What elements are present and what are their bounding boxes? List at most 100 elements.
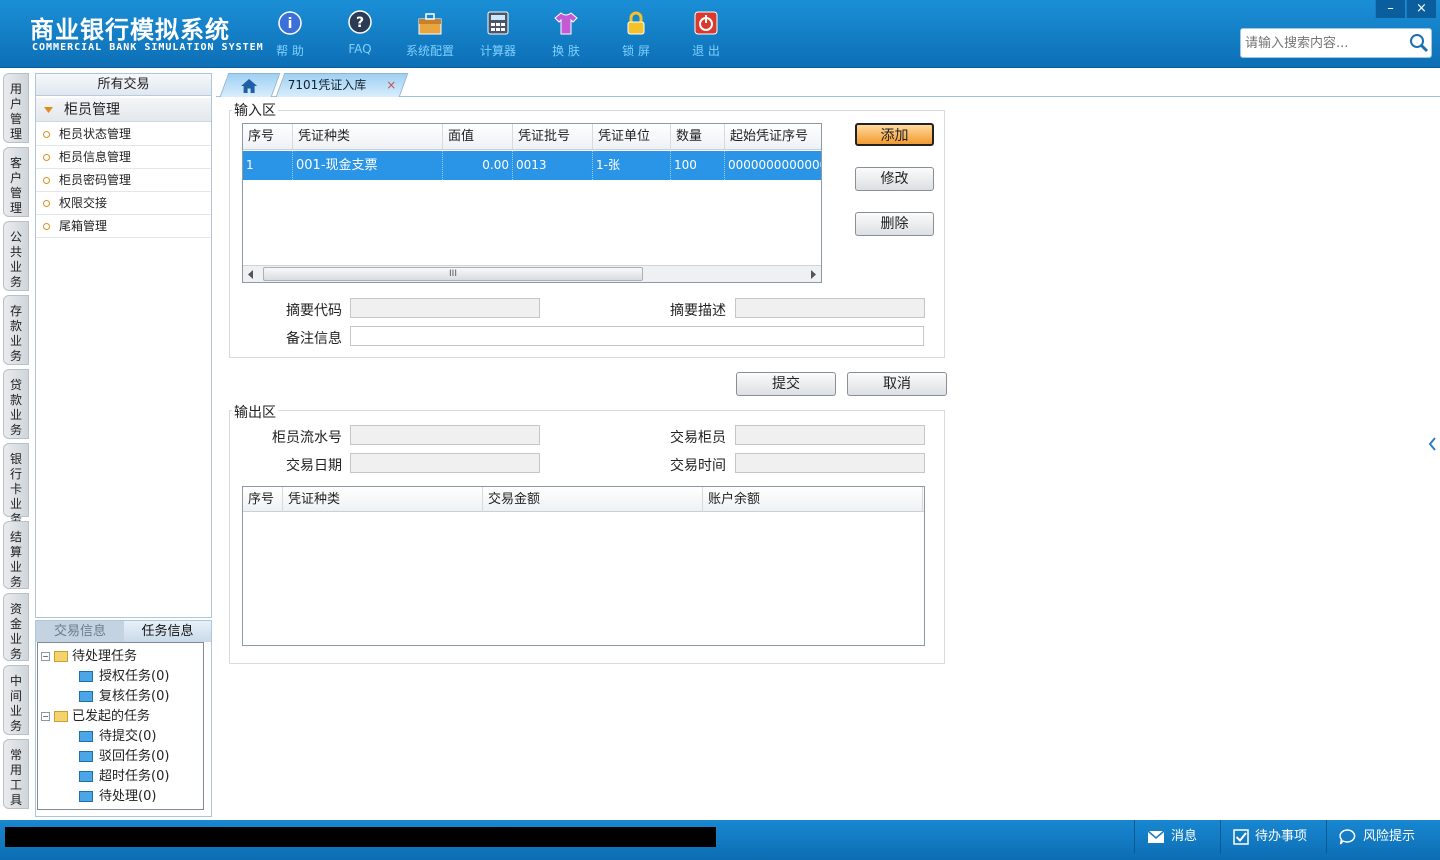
tree-label: 驳回任务(0) <box>99 749 170 764</box>
tree-label: 待处理(0) <box>99 789 157 804</box>
tab-voucher-storage[interactable]: 7101凭证入库 × <box>275 73 409 97</box>
table-cell: 0000000000000000 <box>728 158 821 172</box>
summary-desc-input[interactable] <box>735 298 925 318</box>
side-tab-label: 资金业务 <box>9 602 22 661</box>
side-tab-intermediary[interactable]: 中间业务 <box>3 665 29 735</box>
minimize-button[interactable]: – <box>1375 0 1405 18</box>
column-header[interactable]: 账户余额 <box>703 487 923 512</box>
tree-node-auth-tasks[interactable]: 授权任务(0) <box>79 665 169 684</box>
scroll-right-icon[interactable] <box>809 270 817 279</box>
bullet-icon <box>43 223 50 230</box>
home-icon <box>241 79 258 93</box>
faq-button[interactable]: ? FAQ <box>330 8 390 60</box>
messages-button[interactable]: 消息 <box>1134 820 1216 854</box>
tree-node-review-tasks[interactable]: 复核任务(0) <box>79 685 169 704</box>
menu-item-tail-box[interactable]: 尾箱管理 <box>36 215 211 238</box>
side-tab-label: 存款业务 <box>9 304 22 363</box>
bullet-icon <box>43 177 50 184</box>
side-tab-settlement[interactable]: 结算业务 <box>3 521 29 589</box>
skin-button[interactable]: 换 肤 <box>536 8 596 60</box>
task-node-icon <box>79 731 93 742</box>
cancel-button[interactable]: 取消 <box>847 372 947 396</box>
search-icon[interactable] <box>1409 33 1429 53</box>
risk-button[interactable]: 风险提示 <box>1326 820 1440 854</box>
lock-button[interactable]: 锁 屏 <box>606 8 666 60</box>
tab-close-icon[interactable]: × <box>386 78 396 92</box>
collapse-icon[interactable]: − <box>41 652 50 661</box>
side-tab-tools[interactable]: 常用工具 <box>3 739 29 809</box>
help-button[interactable]: i 帮 助 <box>260 8 320 60</box>
power-icon <box>694 11 718 35</box>
column-header[interactable]: 凭证种类 <box>293 124 443 150</box>
collapse-icon[interactable]: − <box>41 712 50 721</box>
task-node-icon <box>79 671 93 682</box>
side-tab-funds[interactable]: 资金业务 <box>3 593 29 661</box>
menu-group-teller-mgmt[interactable]: 柜员管理 <box>36 98 211 122</box>
side-tab-public-business[interactable]: 公共业务 <box>3 221 29 291</box>
tab-task-info[interactable]: 任务信息 <box>124 621 211 642</box>
task-node-icon <box>79 691 93 702</box>
menu-item-teller-status[interactable]: 柜员状态管理 <box>36 123 211 146</box>
tab-home[interactable] <box>219 73 281 97</box>
collapse-right-panel-icon[interactable] <box>1428 436 1436 452</box>
tab-transaction-info[interactable]: 交易信息 <box>36 621 124 642</box>
add-button[interactable]: 添加 <box>855 123 934 146</box>
column-header[interactable]: 凭证种类 <box>283 487 483 512</box>
config-button[interactable]: 系统配置 <box>400 8 460 60</box>
side-tab-deposit[interactable]: 存款业务 <box>3 295 29 365</box>
exit-button[interactable]: 退 出 <box>676 8 736 60</box>
tree-node-rejected[interactable]: 驳回任务(0) <box>79 745 169 764</box>
column-header[interactable]: 面值 <box>443 124 513 150</box>
scroll-thumb[interactable]: III <box>263 267 643 281</box>
search-input[interactable] <box>1241 29 1401 57</box>
calculator-button[interactable]: 计算器 <box>468 8 528 60</box>
folder-icon <box>54 651 68 662</box>
column-header[interactable]: 数量 <box>671 124 725 150</box>
side-tab-label: 结算业务 <box>9 530 22 589</box>
trade-teller-label: 交易柜员 <box>670 430 726 446</box>
column-header[interactable]: 序号 <box>243 487 283 512</box>
task-panel: 交易信息 任务信息 − 待处理任务 授权任务(0) 复核任务(0) − 已发起的任务… <box>35 620 212 817</box>
tree-node-to-submit[interactable]: 待提交(0) <box>79 725 156 744</box>
trade-time-label: 交易时间 <box>670 458 726 474</box>
tree-node-pending[interactable]: − 待处理任务 <box>41 645 137 664</box>
column-header[interactable]: 凭证批号 <box>513 124 593 150</box>
tree-node-timeout[interactable]: 超时任务(0) <box>79 765 169 784</box>
status-bar: 消息 待办事项 风险提示 <box>0 820 1440 860</box>
scroll-left-icon[interactable] <box>247 270 255 279</box>
voucher-grid: 序号 凭证种类 面值 凭证批号 凭证单位 数量 起始凭证序号 1 001-现金支… <box>242 123 822 283</box>
tree-node-initiated[interactable]: − 已发起的任务 <box>41 705 150 724</box>
menu-item-permission-handover[interactable]: 权限交接 <box>36 192 211 215</box>
column-header[interactable]: 序号 <box>243 124 293 150</box>
modify-button[interactable]: 修改 <box>855 167 934 191</box>
tree-node-to-process[interactable]: 待处理(0) <box>79 785 156 804</box>
column-header[interactable]: 起始凭证序号 <box>725 124 821 150</box>
todo-button[interactable]: 待办事项 <box>1220 820 1322 854</box>
submit-button[interactable]: 提交 <box>736 372 836 396</box>
side-tab-user-mgmt[interactable]: 用户管理 <box>3 73 29 143</box>
bullet-icon <box>43 200 50 207</box>
table-cell: 1-张 <box>593 151 671 180</box>
close-window-button[interactable]: × <box>1406 0 1436 18</box>
menu-item-teller-password[interactable]: 柜员密码管理 <box>36 169 211 192</box>
column-header[interactable]: 凭证单位 <box>593 124 671 150</box>
table-cell: 0013 <box>513 151 593 180</box>
table-row[interactable]: 1 001-现金支票 0.00 0013 1-张 100 00000000000… <box>243 151 821 180</box>
delete-button[interactable]: 删除 <box>855 212 934 236</box>
menu-item-teller-info[interactable]: 柜员信息管理 <box>36 146 211 169</box>
trade-teller-field <box>735 425 925 445</box>
all-transactions-header[interactable]: 所有交易 <box>36 74 211 96</box>
side-tab-customer-mgmt[interactable]: 客户管理 <box>3 147 29 217</box>
side-tab-label: 中间业务 <box>9 674 22 733</box>
side-tab-loan[interactable]: 贷款业务 <box>3 369 29 439</box>
summary-desc-label: 摘要描述 <box>670 303 726 319</box>
horizontal-scrollbar[interactable]: III <box>243 265 821 282</box>
remark-label: 备注信息 <box>286 331 342 347</box>
remark-input[interactable] <box>350 326 924 346</box>
column-header[interactable]: 交易金额 <box>483 487 703 512</box>
tree-label: 复核任务(0) <box>99 689 170 704</box>
calculator-icon <box>487 11 509 35</box>
summary-code-input[interactable] <box>350 298 540 318</box>
teller-serial-field <box>350 425 540 445</box>
side-tab-bank-card[interactable]: 银行卡业务 <box>3 443 29 526</box>
